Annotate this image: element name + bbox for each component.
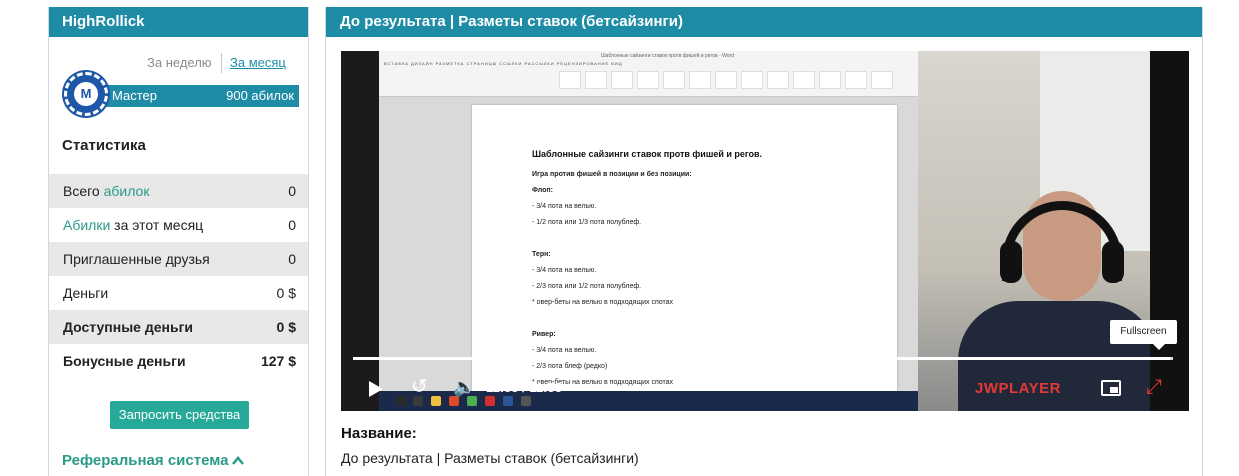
video-progress-fill (353, 357, 1170, 360)
stat-label: Всего абилок (63, 183, 150, 199)
doc-title: Шаблонные сайзинги ставок протв фишей и … (532, 149, 763, 159)
doc-line: Игра против фишей в позиции и без позици… (532, 171, 692, 178)
stat-value: 0 $ (276, 319, 296, 335)
doc-line: - 2/3 пота или 1/2 пота полублеф. (532, 283, 642, 290)
doc-line: - 1/2 пота или 1/3 пота полублеф. (532, 219, 642, 226)
referral-toggle[interactable]: Реферальная система (62, 452, 245, 469)
word-style-box (767, 71, 789, 89)
level-points: 900 абилок (226, 88, 294, 103)
word-style-box (611, 71, 633, 89)
jwplayer-logo[interactable]: JWPLAYER (975, 380, 1061, 397)
word-style-box (819, 71, 841, 89)
word-ribbon: Шаблонные сайзинги ставок протв фишей и … (379, 51, 956, 97)
word-style-box (845, 71, 867, 89)
jw-logo-rest: PLAYER (998, 380, 1061, 397)
stat-label: Деньги (63, 285, 109, 301)
stat-value: 0 (288, 183, 296, 199)
chevron-up-icon (232, 452, 245, 469)
doc-line: * овер-беты на велью в подходящих спотах (532, 299, 674, 306)
period-tabs: За неделю За месяц (147, 53, 297, 75)
word-document-page: Шаблонные сайзинги ставок протв фишей и … (472, 105, 897, 391)
doc-line: - 3/4 пота на велью. (532, 347, 597, 354)
word-style-box (741, 71, 763, 89)
title-value: До результата | Разметы ставок (бетсайзи… (341, 450, 639, 466)
doc-line: - 3/4 пота на велью. (532, 203, 597, 210)
stat-value: 0 (288, 251, 296, 267)
word-style-box (793, 71, 815, 89)
level-name: Мастер (112, 88, 157, 103)
word-style-box (637, 71, 659, 89)
doc-line: Терн: (532, 251, 551, 258)
volume-icon[interactable]: 🔈 (453, 377, 475, 397)
headphone-cup (1102, 241, 1124, 283)
stat-row-available-money: Доступные деньги 0 $ (49, 310, 308, 344)
stat-label: Абилки за этот месяц (63, 217, 204, 233)
jw-logo-prefix: JW (975, 380, 999, 397)
level-bar: Мастер 900 абилок (97, 85, 299, 107)
stat-value: 0 $ (276, 285, 296, 301)
word-style-box (663, 71, 685, 89)
stat-row-invited-friends: Приглашенные друзья 0 (49, 242, 308, 276)
word-window-title: Шаблонные сайзинги ставок протв фишей и … (600, 53, 734, 59)
doc-line: Флоп: (532, 187, 553, 194)
title-label: Название: (341, 425, 417, 442)
stat-label: Бонусные деньги (63, 353, 186, 369)
tooltip-arrow (1153, 344, 1165, 350)
play-icon[interactable] (369, 381, 383, 397)
stats-title: Статистика (62, 137, 146, 154)
doc-line: - 3/4 пота на велью. (532, 267, 597, 274)
abilki-link[interactable]: абилок (104, 183, 150, 199)
word-ribbon-tabs: ВСТАВКА ДИЗАЙН РАЗМЕТКА СТРАНИЦЫ ССЫЛКИ … (384, 61, 623, 66)
stat-label: Доступные деньги (63, 319, 194, 335)
video-panel: До результата | Разметы ставок (бетсайзи… (325, 7, 1203, 476)
time-separator: / (522, 380, 526, 395)
stat-label: Приглашенные друзья (63, 251, 210, 267)
abilki-link[interactable]: Абилки (63, 217, 110, 233)
stat-row-money: Деньги 0 $ (49, 276, 308, 310)
current-time: 11:55 (486, 380, 519, 395)
video-header: До результата | Разметы ставок (бетсайзи… (326, 7, 1202, 37)
referral-label: Реферальная система (62, 452, 229, 469)
level-badge-letter: М (74, 82, 98, 106)
stat-value: 0 (288, 217, 296, 233)
fullscreen-tooltip: Fullscreen (1110, 320, 1177, 344)
word-style-box (559, 71, 581, 89)
video-screen-recording: Шаблонные сайзинги ставок протв фишей и … (379, 51, 956, 391)
duration: 11:58 (529, 380, 562, 395)
fullscreen-icon[interactable]: ⤢ (1146, 377, 1162, 397)
doc-line: Ривер: (532, 331, 556, 338)
word-style-box (871, 71, 893, 89)
profile-panel: HighRollick За неделю За месяц Мастер 90… (48, 7, 309, 476)
time-display: 11:55 / 11:58 (486, 380, 562, 395)
word-style-box (689, 71, 711, 89)
word-style-box (585, 71, 607, 89)
stat-row-month-abilki: Абилки за этот месяц 0 (49, 208, 308, 242)
rewind-seconds: 10 (415, 387, 422, 393)
request-funds-button[interactable]: Запросить средства (110, 401, 249, 429)
stats-table: Всего абилок 0 Абилки за этот месяц 0 Пр… (49, 174, 308, 378)
video-progress-bar[interactable] (353, 357, 1173, 360)
stat-row-bonus-money: Бонусные деньги 127 $ (49, 344, 308, 378)
headphone-cup (1000, 241, 1022, 283)
tab-week[interactable]: За неделю (147, 55, 212, 70)
tab-month[interactable]: За месяц (230, 55, 286, 70)
stat-value: 127 $ (260, 353, 296, 369)
stat-row-total-abilki: Всего абилок 0 (49, 174, 308, 208)
tab-divider (221, 53, 222, 73)
player-controls: ↺ 10 🔈 11:55 / 11:58 JWPLAYER ⤢ (341, 369, 1189, 409)
profile-header: HighRollick (49, 7, 308, 37)
level-badge-icon: М (64, 72, 108, 116)
word-style-box (715, 71, 737, 89)
pip-icon[interactable] (1101, 380, 1121, 396)
video-player[interactable]: Шаблонные сайзинги ставок протв фишей и … (341, 51, 1189, 411)
